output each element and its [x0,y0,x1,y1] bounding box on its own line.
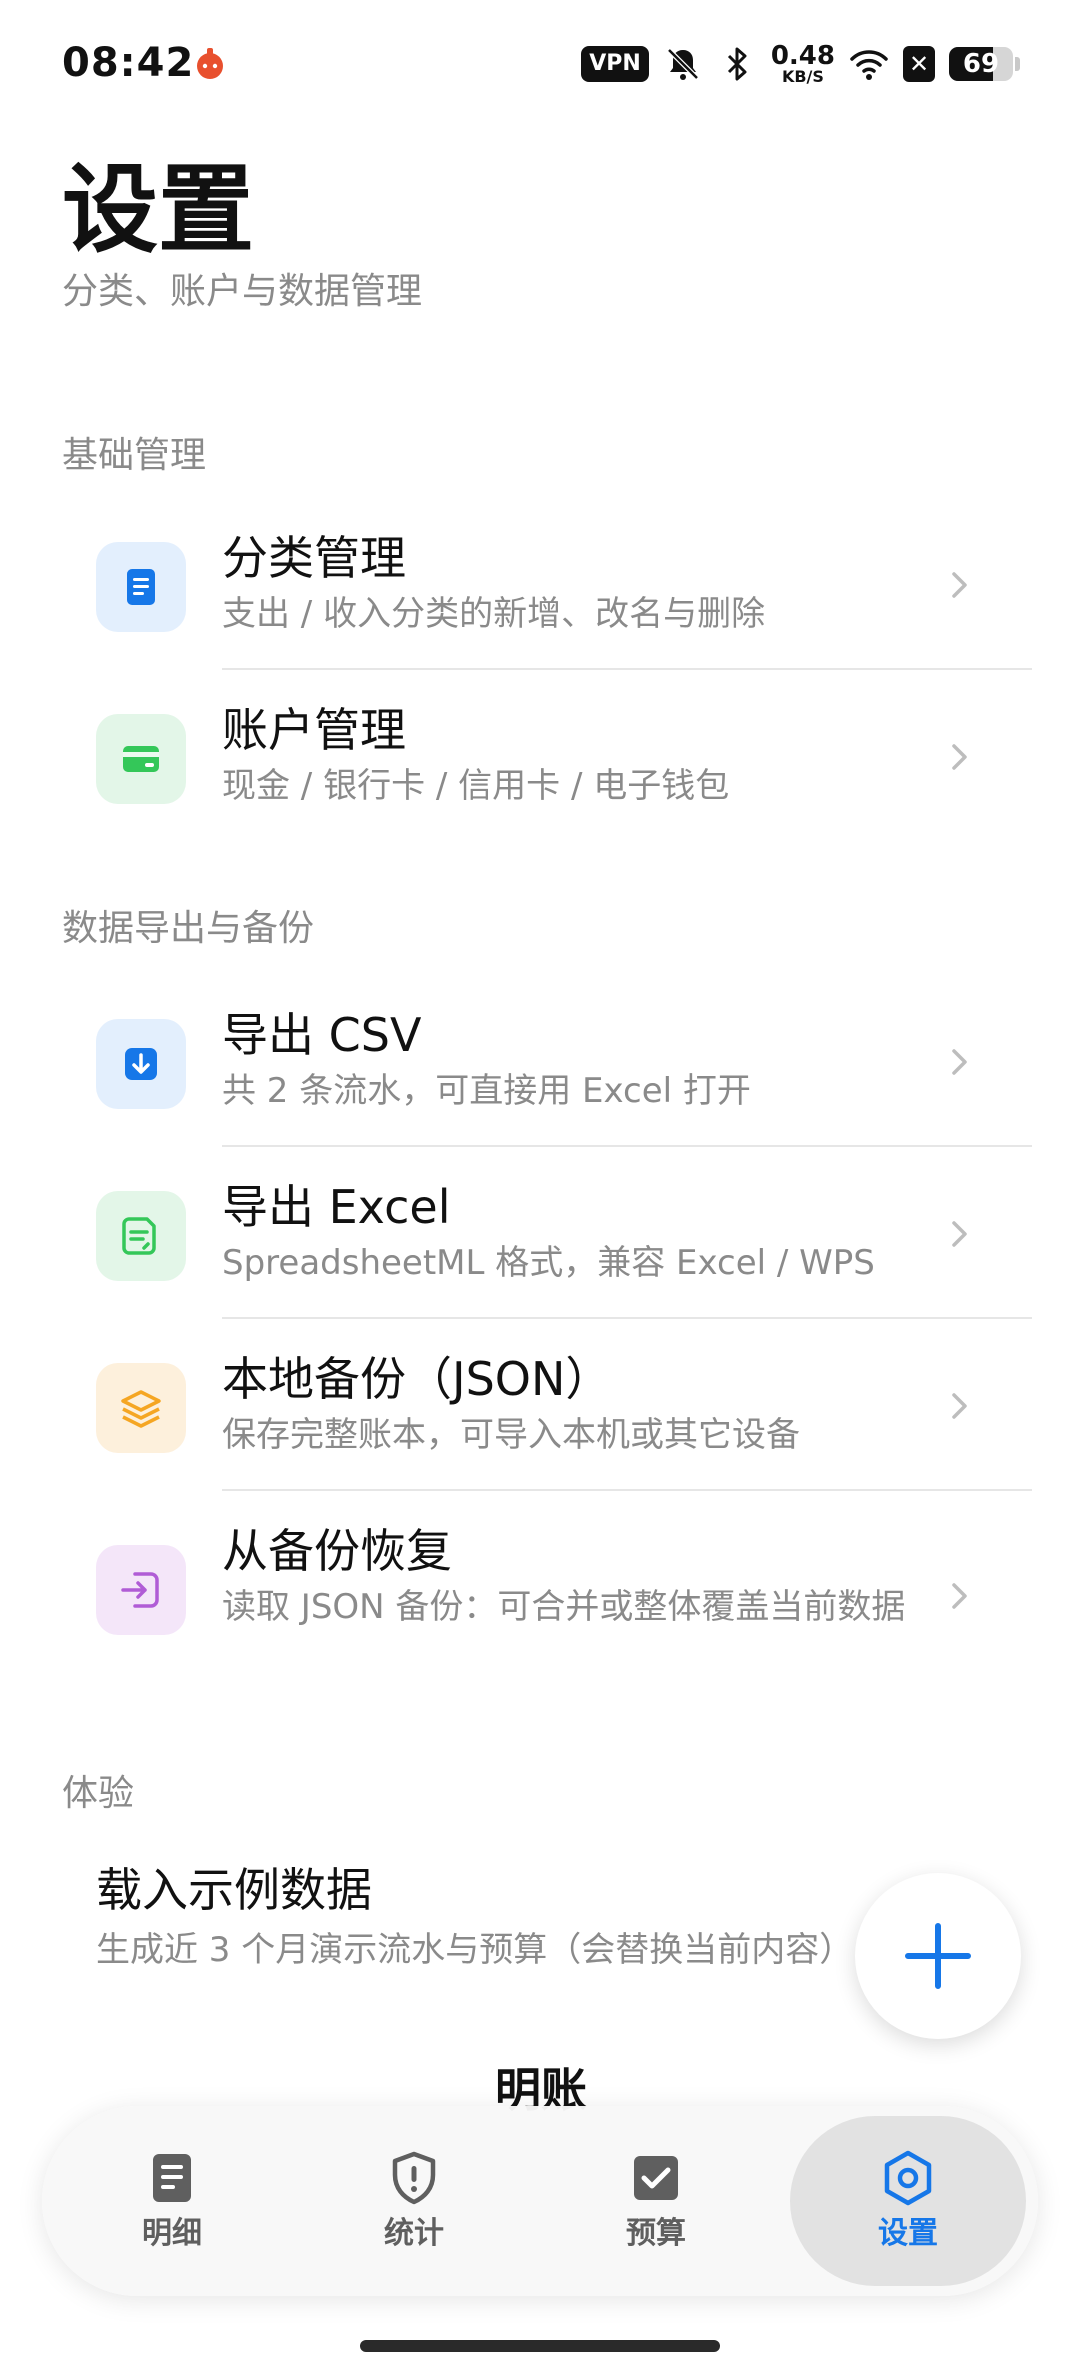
nav-label: 预算 [626,2216,686,2251]
status-icons: VPN 0.48 KB/S ✕ 69 [581,40,1020,88]
battery-nub [1015,57,1020,71]
chevron-right-icon [952,1221,967,1247]
item-title: 载入示例数据 [96,1863,372,1917]
settings-screen: 08:42 VPN 0.48 KB/S ✕ 69 设置 分类、账户与数据管理 基… [0,0,1080,2376]
nav-tab-settings[interactable]: 设置 [790,2116,1026,2286]
list-doc-icon [153,2154,191,2202]
chevron-right-icon [952,744,967,770]
settings-item-account-management[interactable]: 账户管理 现金 / 银行卡 / 信用卡 / 电子钱包 [62,670,1032,842]
nav-tab-details[interactable]: 明细 [54,2116,290,2286]
item-title: 账户管理 [222,703,406,757]
item-title: 本地备份（JSON） [222,1352,612,1406]
item-subtitle: 保存完整账本，可导入本机或其它设备 [222,1415,800,1455]
settings-item-export-csv[interactable]: 导出 CSV 共 2 条流水，可直接用 Excel 打开 [62,975,1032,1147]
icon-tile [96,1545,186,1635]
item-subtitle: SpreadsheetML 格式，兼容 Excel / WPS [222,1243,875,1283]
settings-item-restore-backup[interactable]: 从备份恢复 读取 JSON 备份：可合并或整体覆盖当前数据 [62,1491,1032,1691]
nav-tab-budget[interactable]: 预算 [538,2116,774,2286]
import-icon [121,1572,159,1608]
item-subtitle: 生成近 3 个月演示流水与预算（会替换当前内容） [96,1930,854,1970]
item-title: 导出 CSV [222,1008,422,1062]
download-icon [125,1048,157,1080]
icon-tile [96,1191,186,1281]
bluetooth-icon [727,47,747,81]
settings-item-category-management[interactable]: 分类管理 支出 / 收入分类的新增、改名与删除 [62,498,1032,670]
nav-label: 明细 [142,2216,202,2251]
settings-item-export-excel[interactable]: 导出 Excel SpreadsheetML 格式，兼容 Excel / WPS [62,1147,1032,1319]
mute-icon [667,48,699,80]
chevron-right-icon [952,1049,967,1075]
sim-off-icon: ✕ [903,46,935,82]
settings-item-load-demo-data[interactable]: 载入示例数据 生成近 3 个月演示流水与预算（会替换当前内容） [62,1860,962,1990]
battery-percent: 69 [962,49,1000,79]
section-label-basic: 基础管理 [62,435,207,476]
nav-tab-statistics[interactable]: 统计 [296,2116,532,2286]
wifi-icon [850,50,888,80]
layers-icon [121,1390,161,1428]
shield-alert-icon [392,2151,436,2205]
settings-item-local-backup[interactable]: 本地备份（JSON） 保存完整账本，可导入本机或其它设备 [62,1319,1032,1491]
item-subtitle: 支出 / 收入分类的新增、改名与删除 [222,594,766,634]
battery-icon: 69 [949,47,1013,81]
page-title: 设置 [62,154,254,266]
add-record-fab[interactable] [855,1873,1021,2039]
settings-hex-icon [884,2150,932,2206]
bottom-nav: 明细 统计 预算 设置 [42,2106,1038,2296]
sheet-icon [122,1217,156,1255]
document-icon [127,569,155,605]
item-title: 从备份恢复 [222,1524,452,1578]
chevron-right-icon [952,572,967,598]
section-label-experience: 体验 [62,1773,135,1814]
icon-tile [96,1363,186,1453]
item-subtitle: 读取 JSON 备份：可合并或整体覆盖当前数据 [222,1587,906,1627]
section-label-export-backup: 数据导出与备份 [62,908,315,949]
net-speed: 0.48 KB/S [770,41,835,86]
item-title: 分类管理 [222,531,406,585]
icon-tile [96,1019,186,1109]
chevron-right-icon [952,1583,967,1609]
item-title: 导出 Excel [222,1180,451,1234]
nav-label: 设置 [878,2216,938,2251]
chevron-right-icon [952,1393,967,1419]
app-notification-icon [197,48,223,79]
page-subtitle: 分类、账户与数据管理 [62,271,423,312]
item-subtitle: 共 2 条流水，可直接用 Excel 打开 [222,1071,751,1111]
plus-icon [905,1923,971,1989]
home-indicator[interactable] [360,2340,720,2352]
icon-tile [96,542,186,632]
item-subtitle: 现金 / 银行卡 / 信用卡 / 电子钱包 [222,766,730,806]
status-bar: 08:42 VPN 0.48 KB/S ✕ 69 [0,0,1080,130]
status-time: 08:42 [62,40,195,86]
vpn-badge: VPN [581,46,649,82]
card-icon [123,746,159,772]
icon-tile [96,714,186,804]
nav-label: 统计 [384,2216,444,2251]
checkbox-icon [634,2156,678,2200]
